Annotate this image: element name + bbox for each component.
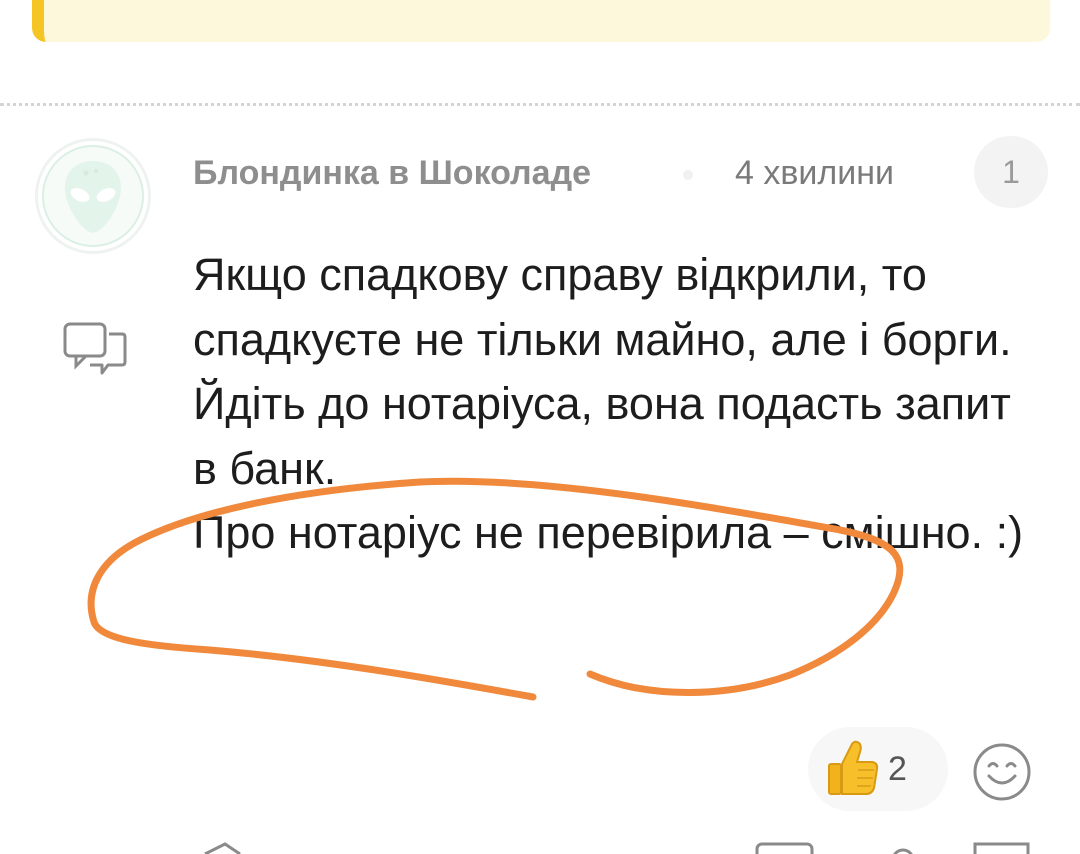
toolbar-icon-left xyxy=(204,842,241,854)
comment-paragraph: Йдіть до нотаріуса, вона подасть запит в… xyxy=(193,378,1011,494)
dotted-divider xyxy=(0,103,1080,106)
smiley-icon[interactable] xyxy=(972,742,1032,802)
comment-paragraph: Якщо спадкову справу відкрили, то спадку… xyxy=(193,249,1012,365)
comment-paragraph: Про нотаріус не перевірила – смішно. :) xyxy=(193,507,1024,558)
toolbar-icon-circle xyxy=(893,848,913,854)
thumbs-up-icon xyxy=(828,740,879,795)
separator-dot xyxy=(683,170,693,180)
author-name[interactable]: Блондинка в Шоколаде xyxy=(193,154,591,193)
comment-text: Якщо спадкову справу відкрили, то спадку… xyxy=(193,243,1043,566)
toolbar-icon-box xyxy=(755,842,814,854)
toolbar-icon-right xyxy=(973,842,1030,854)
previous-comment-banner xyxy=(32,0,1050,42)
count-badge[interactable]: 1 xyxy=(974,136,1048,208)
bottom-toolbar-partial xyxy=(204,842,1030,854)
avatar[interactable] xyxy=(35,138,151,254)
reply-icon[interactable] xyxy=(62,320,128,376)
alien-avatar-icon xyxy=(42,145,144,247)
like-count: 2 xyxy=(888,750,907,788)
time-fade xyxy=(895,150,940,200)
